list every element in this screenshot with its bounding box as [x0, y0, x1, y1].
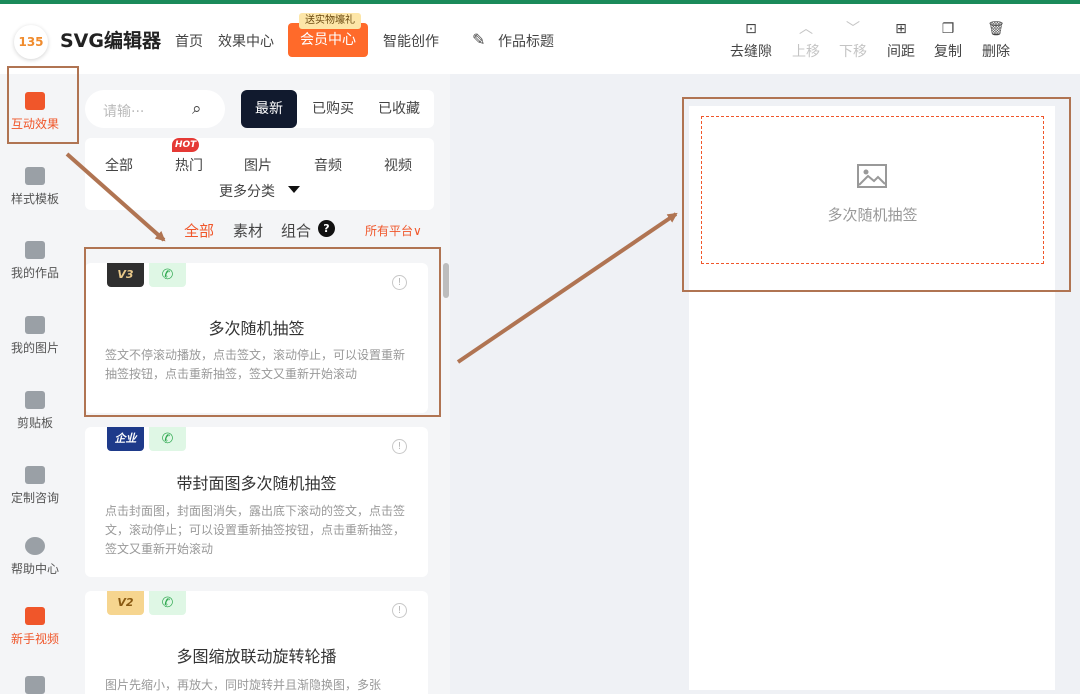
sidebar-item-my-works[interactable]: 我的作品 — [0, 241, 70, 281]
nav-effect-center[interactable]: 效果中心 — [218, 31, 274, 51]
info-icon[interactable]: ! — [392, 439, 407, 454]
sidebar-item-label: 样式模板 — [10, 192, 59, 206]
trash-icon: 🗑 — [987, 21, 1005, 37]
move-up-button[interactable]: ︿ 上移 — [781, 19, 831, 61]
headset-icon — [25, 466, 45, 484]
category-hot[interactable]: 热门 — [175, 155, 203, 175]
caret-down-icon[interactable] — [288, 186, 300, 193]
delete-label: 删除 — [982, 44, 1010, 60]
document-icon — [25, 676, 45, 694]
copy-label: 复制 — [934, 44, 962, 60]
sidebar-item-custom-consult[interactable]: 定制咨询 — [0, 466, 70, 506]
spacing-icon: ⊞ — [895, 21, 907, 37]
spacing-button[interactable]: ⊞ 间距 — [876, 19, 926, 61]
sidebar-item-document[interactable] — [0, 676, 70, 694]
version-badge: V3 — [107, 263, 144, 287]
sidebar-item-label: 我的作品 — [10, 266, 59, 280]
sidebar-item-interactive-effects[interactable]: 互动效果 — [0, 92, 70, 132]
tab-latest[interactable]: 最新 — [241, 90, 297, 128]
info-icon[interactable]: ! — [392, 603, 407, 618]
version-badge: 企业 — [107, 427, 144, 451]
remove-gap-label: 去缝隙 — [730, 44, 772, 60]
delete-button[interactable]: 🗑 删除 — [971, 19, 1021, 61]
sidebar-item-label: 我的图片 — [10, 341, 59, 355]
remove-gap-icon: ⊡ — [745, 21, 757, 37]
card-description: 签文不停滚动播放，点击签文，滚动停止，可以设置重新抽签按钮，点击重新抽签，签文又… — [105, 348, 406, 381]
move-up-icon: ︿ — [799, 21, 813, 37]
effect-card[interactable]: 企业 ✆ ! 带封面图多次随机抽签 点击封面图，封面图消失，露出底下滚动的签文，… — [85, 427, 428, 577]
wechat-icon: ✆ — [149, 427, 186, 451]
filter-combo[interactable]: 组合 — [281, 220, 311, 241]
wechat-icon: ✆ — [149, 591, 186, 615]
category-all[interactable]: 全部 — [105, 155, 133, 175]
edit-icon[interactable]: ✎ — [472, 30, 485, 49]
move-up-label: 上移 — [792, 44, 820, 60]
vip-gift-tag: 送实物壕礼 — [299, 13, 361, 29]
category-video[interactable]: 视频 — [384, 155, 412, 175]
sidebar-item-label: 帮助中心 — [10, 562, 59, 576]
card-title: 带封面图多次随机抽签 — [176, 474, 337, 493]
platform-select[interactable]: 所有平台∨ — [365, 222, 422, 239]
video-icon — [25, 607, 45, 625]
filter-material[interactable]: 素材 — [233, 220, 263, 241]
tab-favorited[interactable]: 已收藏 — [368, 90, 430, 128]
move-down-button[interactable]: ﹀ 下移 — [828, 19, 878, 61]
hot-badge: HOT — [172, 138, 200, 152]
sidebar-item-clipboard[interactable]: 剪贴板 — [0, 391, 70, 431]
copy-icon: ❐ — [941, 21, 955, 37]
sidebar-item-my-images[interactable]: 我的图片 — [0, 316, 70, 356]
sidebar-item-label: 定制咨询 — [10, 491, 59, 505]
clipboard-icon — [25, 391, 45, 409]
card-title: 多次随机抽签 — [208, 319, 305, 338]
sidebar-item-label: 互动效果 — [10, 117, 59, 131]
sidebar-item-style-templates[interactable]: 样式模板 — [0, 167, 70, 207]
nav-home[interactable]: 首页 — [175, 31, 203, 51]
category-images[interactable]: 图片 — [244, 155, 272, 175]
search-icon[interactable]: ⌕ — [192, 99, 202, 119]
filter-all[interactable]: 全部 — [184, 220, 214, 241]
sidebar-item-label: 新手视频 — [10, 632, 59, 646]
nav-smart-create[interactable]: 智能创作 — [383, 31, 439, 51]
card-description: 图片先缩小，再放大，同时旋转并且渐隐换图，多张 — [105, 678, 382, 692]
help-icon — [25, 537, 45, 555]
panel-scrollbar[interactable] — [443, 263, 449, 298]
version-badge: V2 — [107, 591, 144, 615]
search-placeholder: 请输··· — [103, 104, 145, 120]
sidebar-item-help-center[interactable]: 帮助中心 — [0, 537, 70, 577]
copy-button[interactable]: ❐ 复制 — [923, 19, 973, 61]
move-down-label: 下移 — [839, 44, 867, 60]
card-title: 多图缩放联动旋转轮播 — [176, 647, 337, 666]
logo[interactable]: 135 — [14, 25, 48, 59]
app-header: 135 SVG编辑器 首页 效果中心 会员中心 送实物壕礼 智能创作 ✎ 作品标… — [0, 4, 1080, 74]
brand-name: SVG编辑器 — [60, 30, 161, 52]
component-placeholder[interactable] — [701, 116, 1044, 264]
work-title[interactable]: 作品标题 — [498, 31, 554, 51]
cube-icon — [25, 92, 45, 110]
effect-card[interactable]: V2 ✆ ! 多图缩放联动旋转轮播 图片先缩小，再放大，同时旋转并且渐隐换图，多… — [85, 591, 428, 694]
more-categories[interactable]: 更多分类 — [219, 181, 275, 201]
cloud-upload-icon — [25, 316, 45, 334]
sidebar-item-beginner-video[interactable]: 新手视频 — [0, 607, 70, 647]
template-icon — [25, 167, 45, 185]
wechat-icon: ✆ — [149, 263, 186, 287]
card-description: 点击封面图，封面图消失，露出底下滚动的签文，点击签文，滚动停止；可以设置重新抽签… — [105, 504, 406, 556]
remove-gap-button[interactable]: ⊡ 去缝隙 — [726, 19, 776, 61]
placeholder-label: 多次随机抽签 — [827, 206, 918, 224]
move-down-icon: ﹀ — [846, 21, 860, 37]
category-audio[interactable]: 音频 — [314, 155, 342, 175]
folder-icon — [25, 241, 45, 259]
info-icon[interactable]: ! — [392, 275, 407, 290]
spacing-label: 间距 — [887, 44, 915, 60]
tab-purchased[interactable]: 已购买 — [302, 90, 364, 128]
image-icon — [857, 164, 887, 188]
sidebar-item-label: 剪贴板 — [16, 416, 53, 430]
question-icon[interactable]: ? — [318, 220, 335, 237]
effect-card[interactable]: V3 ✆ ! 多次随机抽签 签文不停滚动播放，点击签文，滚动停止，可以设置重新抽… — [85, 263, 428, 413]
